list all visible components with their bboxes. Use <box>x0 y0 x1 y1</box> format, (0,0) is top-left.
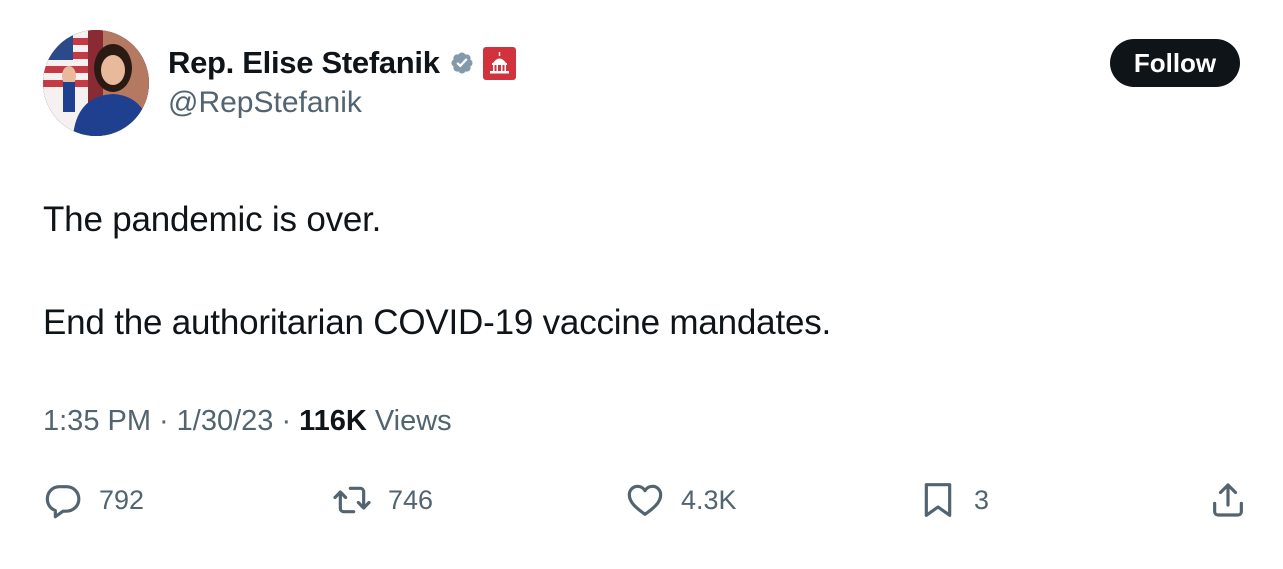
tweet-card: Rep. Elise Stefanik @RepStefanik Follow <box>0 0 1283 569</box>
avatar-image <box>43 30 149 136</box>
follow-button[interactable]: Follow <box>1110 39 1240 87</box>
author-handle[interactable]: @RepStefanik <box>168 86 362 120</box>
author-display-name[interactable]: Rep. Elise Stefanik <box>168 45 440 81</box>
share-button[interactable] <box>1208 478 1248 522</box>
reply-count: 792 <box>99 484 145 515</box>
views-count: 116K <box>299 405 367 437</box>
tweet-text-line: End the authoritarian COVID-19 vaccine m… <box>43 303 832 342</box>
reply-button[interactable]: 792 <box>43 478 144 522</box>
avatar[interactable] <box>43 30 149 136</box>
share-icon <box>1213 483 1243 517</box>
bookmark-icon <box>924 483 952 517</box>
meta-separator: · <box>159 405 169 437</box>
tweet-date[interactable]: 1/30/23 <box>177 405 274 438</box>
us-capitol-badge-icon[interactable] <box>482 46 516 80</box>
bookmark-button[interactable]: 3 <box>918 478 989 522</box>
like-count: 4.3K <box>681 484 737 515</box>
retweet-icon <box>333 486 371 514</box>
retweet-count: 746 <box>388 484 434 515</box>
verified-badge-icon[interactable] <box>447 48 477 78</box>
bookmark-count: 3 <box>974 484 990 515</box>
meta-separator: · <box>281 405 292 437</box>
heart-icon <box>627 484 663 516</box>
retweet-button[interactable]: 746 <box>332 478 433 522</box>
author-name-row: Rep. Elise Stefanik <box>168 43 516 83</box>
tweet-text-line: The pandemic is over. <box>43 200 382 239</box>
views-label: Views <box>374 405 452 437</box>
like-button[interactable]: 4.3K <box>625 478 737 522</box>
tweet-time[interactable]: 1:35 PM <box>43 405 151 438</box>
tweet-meta: 1:35 PM · 1/30/23 · 116K Views <box>43 405 452 438</box>
reply-icon <box>45 485 81 519</box>
